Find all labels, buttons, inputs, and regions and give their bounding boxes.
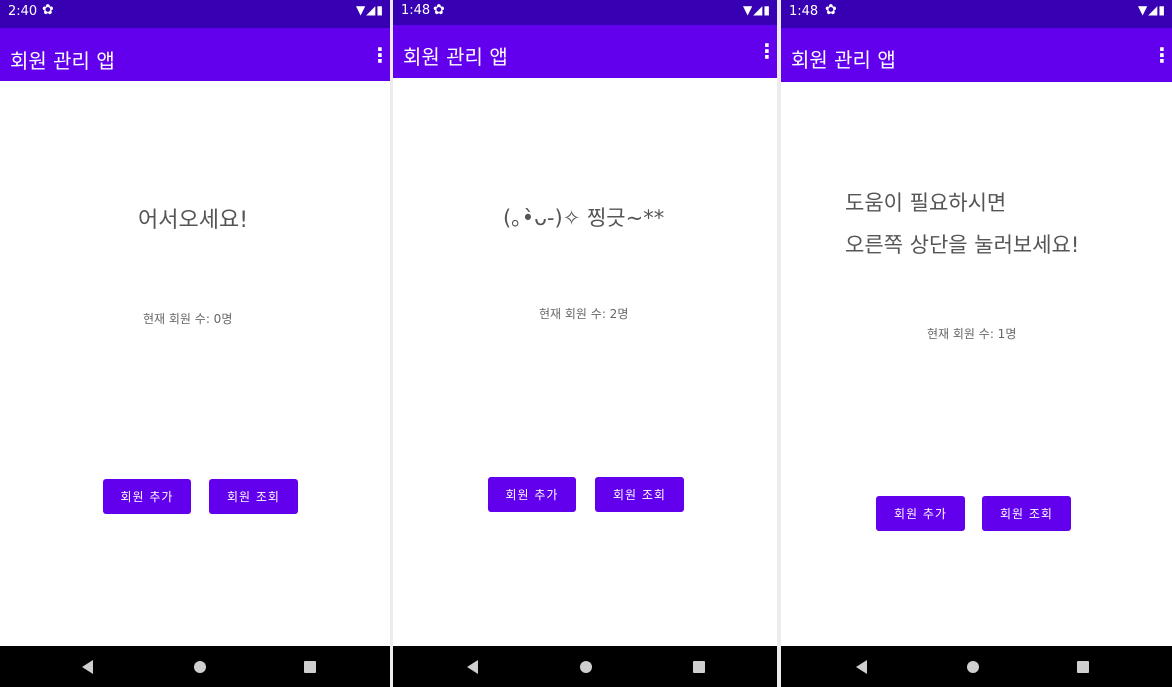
navigation-bar (393, 646, 777, 687)
status-icons: ▼◢▮ (742, 3, 771, 17)
navigation-bar (781, 646, 1172, 687)
member-count: 현재 회원 수: 1명 (927, 327, 1017, 341)
more-vert-icon[interactable]: ⋮ (757, 39, 777, 63)
member-count: 현재 회원 수: 0명 (143, 312, 233, 326)
member-count: 현재 회원 수: 2명 (539, 307, 629, 321)
recents-square-icon[interactable] (1063, 646, 1103, 687)
view-members-button[interactable]: 회원 조회 (209, 479, 298, 514)
status-bar: 1:48 ✿ ▼◢▮ (393, 0, 777, 25)
gear-icon: ✿ (825, 2, 837, 18)
back-triangle-icon[interactable] (452, 646, 492, 687)
phone-screen-2: 1:48 ✿ ▼◢▮ 회원 관리 앱 ⋮ (｡•̀ᴗ-)✧ 찡긋~** 현재 회… (393, 0, 777, 687)
view-members-button[interactable]: 회원 조회 (982, 496, 1071, 531)
status-icons: ▼◢▮ (355, 3, 384, 17)
app-bar: 회원 관리 앱 ⋮ (0, 28, 390, 81)
app-bar: 회원 관리 앱 ⋮ (393, 25, 777, 78)
app-title: 회원 관리 앱 (10, 49, 115, 73)
status-icons: ▼◢▮ (1137, 3, 1166, 17)
gear-icon: ✿ (42, 2, 54, 18)
gear-icon: ✿ (433, 2, 445, 18)
status-bar: 2:40 ✿ ▼◢▮ (0, 0, 390, 28)
home-circle-icon[interactable] (180, 646, 220, 687)
app-title: 회원 관리 앱 (403, 45, 508, 69)
add-member-button[interactable]: 회원 추가 (488, 477, 576, 512)
app-bar: 회원 관리 앱 ⋮ (781, 28, 1172, 82)
back-triangle-icon[interactable] (841, 646, 881, 687)
app-title: 회원 관리 앱 (791, 48, 896, 72)
recents-square-icon[interactable] (679, 646, 719, 687)
status-time: 2:40 (8, 4, 38, 19)
help-message: 도움이 필요하시면 오른쪽 상단을 눌러보세요! (845, 191, 1080, 257)
status-time: 1:48 (789, 4, 819, 19)
status-time: 1:48 (401, 3, 431, 18)
home-circle-icon[interactable] (953, 646, 993, 687)
phone-screen-1: 2:40 ✿ ▼◢▮ 회원 관리 앱 ⋮ 어서오세요! 현재 회원 수: 0명 … (0, 0, 390, 687)
wink-message: (｡•̀ᴗ-)✧ 찡긋~** (503, 206, 665, 230)
add-member-button[interactable]: 회원 추가 (876, 496, 965, 531)
more-vert-icon[interactable]: ⋮ (370, 43, 390, 67)
phone-screen-3: 1:48 ✿ ▼◢▮ 회원 관리 앱 ⋮ 도움이 필요하시면 오른쪽 상단을 눌… (781, 0, 1172, 687)
home-circle-icon[interactable] (566, 646, 606, 687)
navigation-bar (0, 646, 390, 687)
recents-square-icon[interactable] (290, 646, 330, 687)
welcome-message: 어서오세요! (138, 208, 249, 233)
add-member-button[interactable]: 회원 추가 (103, 479, 191, 514)
view-members-button[interactable]: 회원 조회 (595, 477, 684, 512)
status-bar: 1:48 ✿ ▼◢▮ (781, 0, 1172, 28)
back-triangle-icon[interactable] (67, 646, 107, 687)
more-vert-icon[interactable]: ⋮ (1152, 43, 1172, 67)
